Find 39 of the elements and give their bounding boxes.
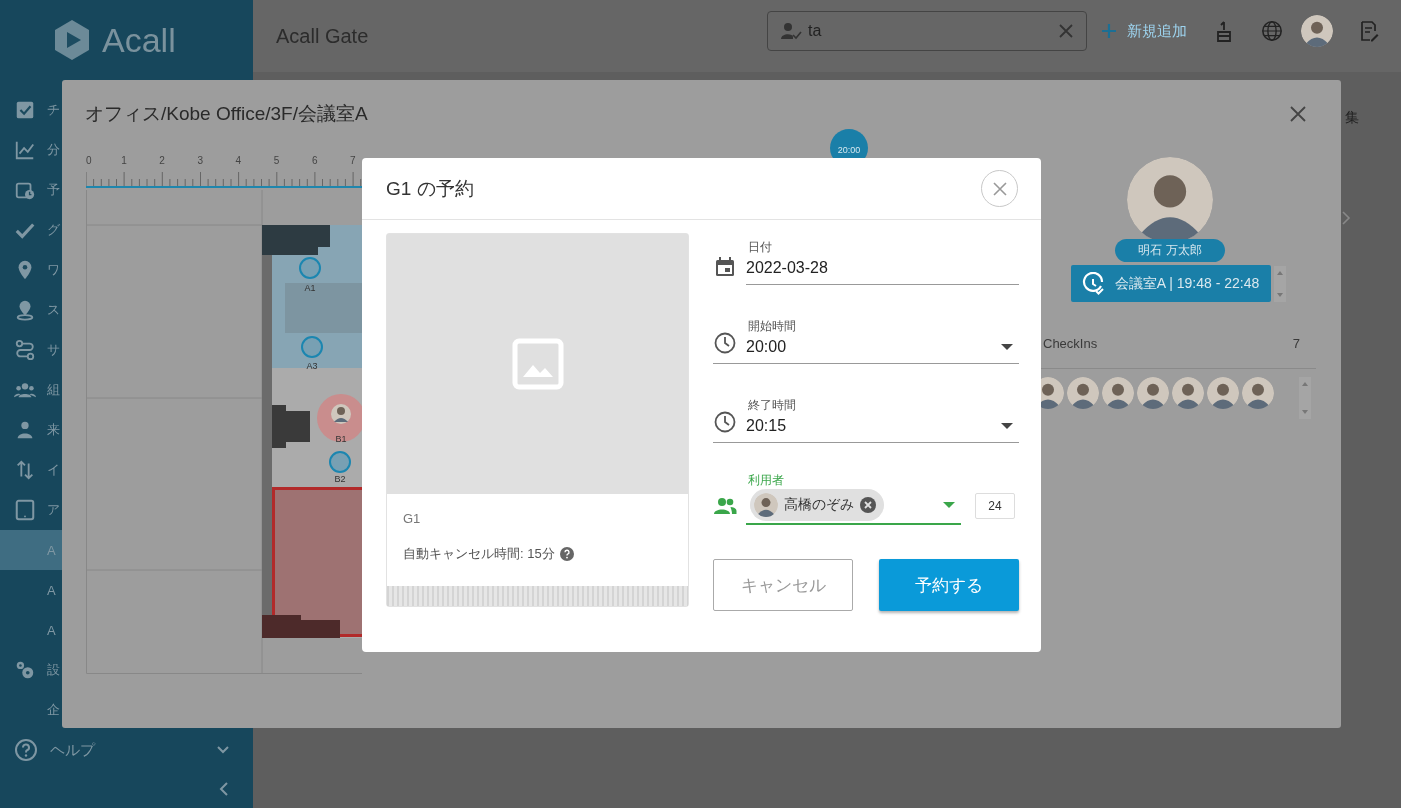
menu-item-label: 来: [47, 421, 60, 439]
ruler-label: 4: [235, 155, 242, 166]
seat-label: A3: [306, 361, 318, 371]
checkins-count: 7: [1292, 335, 1300, 353]
menu-item-label: 設: [47, 661, 60, 679]
ruler-label: 7: [350, 155, 356, 166]
menu-item-label: 分: [47, 141, 60, 159]
menu-item-label: ア: [47, 501, 60, 519]
menu-item-label: ス: [47, 301, 60, 319]
menu-item-label: 企: [47, 701, 60, 719]
menu-item-label: A: [47, 582, 56, 598]
ruler-label: 2: [159, 155, 165, 166]
ruler-label: 1: [121, 155, 127, 166]
ruler-label: 3: [197, 155, 203, 166]
space-name: G1: [403, 511, 422, 526]
menu-item-label: A: [47, 542, 56, 558]
menu-item-label: グ: [47, 221, 60, 239]
edge-text: 集: [1345, 109, 1359, 127]
seat-label: B2: [334, 474, 346, 484]
dialog-title: G1 の予約: [386, 176, 475, 201]
count-box: 24: [975, 493, 1015, 519]
ruler-label: 0: [86, 155, 92, 166]
menu-item-label: 予: [47, 181, 60, 199]
checkins-label: CheckIns: [1043, 335, 1098, 353]
seat-label: B1: [335, 434, 347, 444]
menu-item-label: サ: [47, 341, 60, 359]
menu-item-label: ワ: [47, 261, 60, 279]
ruler-label: 6: [311, 155, 318, 166]
menu-item-label: 組: [47, 381, 60, 399]
seat-label: A1: [304, 283, 316, 293]
auto-cancel-text: 自動キャンセル時間: 15分: [403, 545, 555, 563]
menu-item-label: チ: [47, 101, 60, 119]
page-title: Acall Gate: [276, 24, 369, 48]
ruler-label: 5: [273, 155, 280, 166]
logo-text: Acall: [102, 20, 176, 60]
menu-item-label: イ: [47, 461, 60, 479]
person-name-tag: 明石 万太郎: [1115, 239, 1225, 262]
dialog-title: オフィス/Kobe Office/3F/会議室A: [85, 102, 369, 126]
menu-item-label: A: [47, 622, 56, 638]
